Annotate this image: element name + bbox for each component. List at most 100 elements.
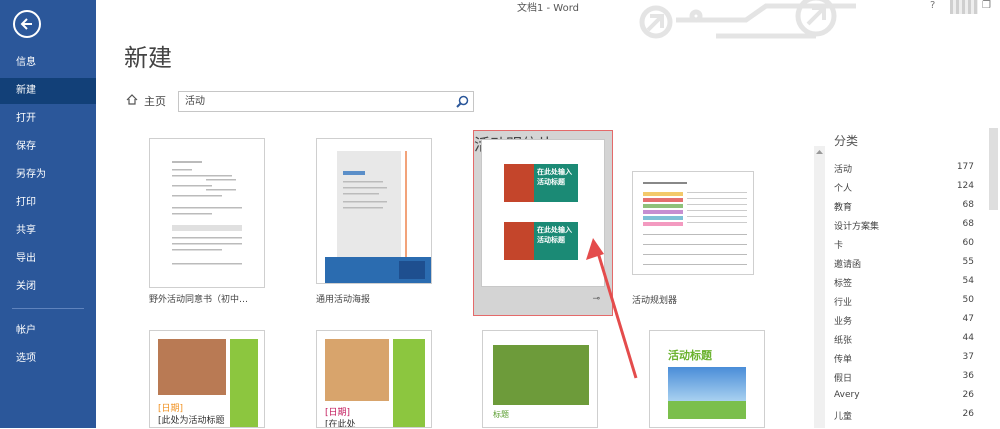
category-count: 26 [962,390,974,400]
category-item[interactable]: 传单 37 [834,352,974,372]
search-input[interactable] [185,94,445,105]
green-sidebar [393,339,425,427]
food-photo [493,345,589,405]
nav-export[interactable]: 导出 [0,246,96,272]
template-thumbnail [316,138,432,284]
template-thumbnail [149,138,265,288]
page-title: 新建 [124,44,172,72]
restore-button[interactable]: ❐ [982,0,991,11]
category-label: 业务 [834,317,853,327]
nav-account[interactable]: 帐户 [0,318,96,344]
category-item[interactable]: 假日 36 [834,371,974,391]
category-label: 邀请函 [834,260,862,270]
nav-new[interactable]: 新建 [0,78,96,104]
backstage-sidebar: 信息 新建 打开 保存 另存为 打印 共享 导出 关闭 帐户 选项 [0,0,96,428]
template-name: 野外活动同意书（初中… [149,295,249,305]
form-preview [172,161,242,265]
event-photo [158,339,226,395]
planner-preview [643,182,747,265]
nav-close[interactable]: 关闭 [0,274,96,300]
category-count: 50 [962,295,974,305]
pin-icon[interactable]: ⊸ [592,294,600,304]
event-title: [此处为活动标题 [158,416,225,426]
back-arrow-icon [20,18,32,30]
category-count: 68 [962,200,974,210]
category-item[interactable]: 纸张 44 [834,333,974,353]
ribbon-display-icon[interactable] [950,0,978,14]
template-thumbnail: [日期] [此处为活动标题 [149,330,265,428]
template-name: 活动规划器 [632,296,678,306]
nav-save-as[interactable]: 另存为 [0,162,96,188]
category-count: 54 [962,276,974,286]
category-item[interactable]: 行业 50 [834,295,974,315]
template-name: 通用活动海报 [316,295,371,305]
category-count: 47 [962,314,974,324]
template-thumbnail: 在此处输入活动标题 在此处输入活动标题 [481,139,605,287]
category-label: 活动 [834,165,853,175]
category-label: Avery [834,390,860,400]
template-thumbnail: [日期] [在此处 [316,330,432,428]
event-title: 活动标题 [668,349,712,362]
home-icon[interactable] [126,94,138,105]
category-count: 55 [962,257,974,267]
postcard-title: 在此处输入活动标题 [534,222,578,260]
category-item[interactable]: 活动 177 [834,162,974,182]
category-item[interactable]: 业务 47 [834,314,974,334]
event-title: 标题 [493,410,509,419]
event-title: [在此处 [325,420,356,428]
category-item[interactable]: 标签 54 [834,276,974,296]
category-panel: 分类 活动 177 个人 124 教育 68 设计方案集 68 卡 60 邀请函 55 标签… [814,128,1000,428]
green-sidebar [230,339,258,427]
window-title: 文档1 - Word [516,3,580,14]
search-icon[interactable] [456,95,469,108]
category-item[interactable]: 卡 60 [834,238,974,258]
back-button[interactable] [13,10,41,38]
nav-save[interactable]: 保存 [0,134,96,160]
category-label: 卡 [834,241,844,251]
template-thumbnail: 活动标题 [649,330,765,428]
category-item[interactable]: 邀请函 55 [834,257,974,277]
nav-share[interactable]: 共享 [0,218,96,244]
category-item[interactable]: Avery 26 [834,390,974,410]
category-item[interactable]: 儿童 26 [834,409,974,429]
home-link[interactable]: 主页 [144,93,166,109]
category-label: 教育 [834,203,853,213]
category-count: 44 [962,333,974,343]
category-count: 36 [962,371,974,381]
category-count: 68 [962,219,974,229]
category-label: 假日 [834,374,853,384]
category-item[interactable]: 设计方案集 68 [834,219,974,239]
main-scrollbar-thumb[interactable] [989,128,998,210]
nav-info[interactable]: 信息 [0,50,96,76]
category-count: 60 [962,238,974,248]
category-label: 儿童 [834,412,853,422]
main-area: 文档1 - Word ? ❐ 新建 主页 活动 野外活动同意书（初中… 通用活动… [96,0,1000,428]
nav-open[interactable]: 打开 [0,106,96,132]
category-count: 177 [956,162,974,172]
category-label: 标签 [834,279,853,289]
category-item[interactable]: 教育 68 [834,200,974,220]
category-item[interactable]: 个人 124 [834,181,974,201]
event-photo [325,339,389,401]
category-label: 设计方案集 [834,222,880,232]
template-thumbnail: 标题 [482,330,598,428]
category-count: 37 [962,352,974,362]
category-scrollbar[interactable] [814,146,825,428]
scroll-up-icon[interactable] [814,148,825,156]
category-label: 传单 [834,355,853,365]
nav-divider [12,308,84,309]
nav-options[interactable]: 选项 [0,346,96,372]
fruit-photo [504,222,534,260]
category-label: 纸张 [834,336,853,346]
help-button[interactable]: ? [930,0,935,11]
template-search-box[interactable] [178,91,474,112]
nav-print[interactable]: 打印 [0,190,96,216]
postcard-title: 在此处输入活动标题 [534,164,578,202]
category-label: 行业 [834,298,853,308]
fruit-photo [504,164,534,202]
poster-preview [325,151,431,283]
category-count: 124 [956,181,974,191]
template-card-selected[interactable]: 在此处输入活动标题 在此处输入活动标题 活动明信片 ⊸ [473,130,613,316]
category-count: 26 [962,409,974,419]
windmill-photo [668,367,746,419]
